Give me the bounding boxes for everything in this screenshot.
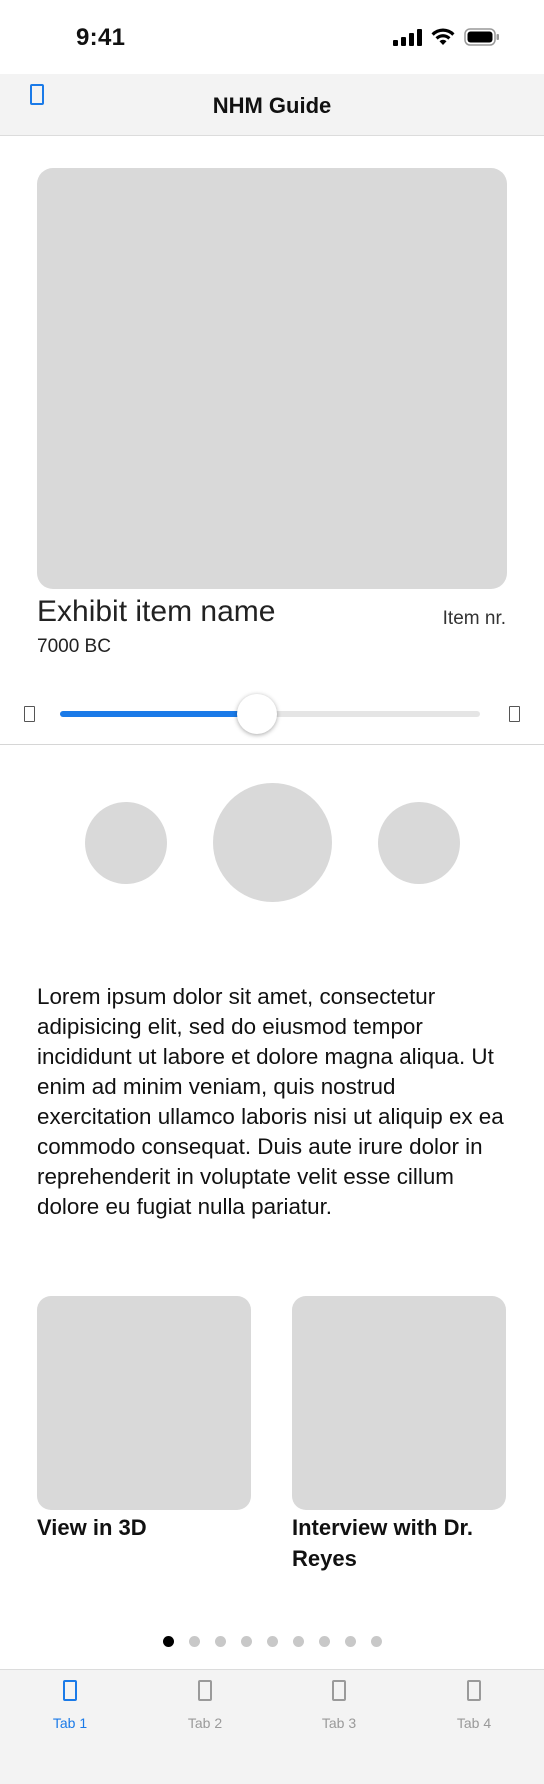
page-indicator — [0, 1636, 544, 1647]
page-dot[interactable] — [292, 1636, 304, 1647]
tab-bar: Tab 1 Tab 2 Tab 3 Tab 4 — [0, 1669, 544, 1784]
card-interview-image[interactable] — [292, 1296, 506, 1510]
tab-label: Tab 4 — [456, 1715, 492, 1731]
tab-icon — [332, 1680, 346, 1701]
thumbnail-circle-center[interactable] — [213, 783, 332, 902]
divider — [0, 744, 544, 745]
card-interview-label[interactable]: Interview with Dr. Reyes — [292, 1512, 506, 1574]
exhibit-item-number: Item nr. — [442, 608, 506, 629]
page-dot[interactable] — [188, 1636, 200, 1647]
card-view-3d-label[interactable]: View in 3D — [37, 1512, 251, 1543]
exhibit-item-name: Exhibit item name — [37, 595, 276, 628]
slider-max-icon[interactable] — [509, 706, 520, 722]
tab-icon — [63, 1680, 77, 1701]
status-time: 9:41 — [76, 24, 126, 51]
status-bar: 9:41 — [0, 0, 544, 74]
navigation-bar: NHM Guide — [0, 74, 544, 136]
battery-icon — [464, 28, 499, 46]
exhibit-item-period: 7000 BC — [37, 636, 111, 657]
exhibit-description: Lorem ipsum dolor sit amet, consectetur … — [37, 984, 504, 1219]
tab-4[interactable]: Tab 4 — [406, 1670, 542, 1784]
slider-fill — [60, 711, 257, 717]
thumbnail-circle-right[interactable] — [378, 802, 460, 884]
wifi-icon — [431, 28, 455, 45]
tab-label: Tab 1 — [52, 1715, 88, 1731]
page-dot[interactable] — [344, 1636, 356, 1647]
page-dot[interactable] — [318, 1636, 330, 1647]
page-title: NHM Guide — [212, 93, 332, 118]
tab-label: Tab 3 — [321, 1715, 357, 1731]
status-icons — [393, 28, 500, 46]
tab-1[interactable]: Tab 1 — [2, 1670, 138, 1784]
tab-icon — [198, 1680, 212, 1701]
tab-2[interactable]: Tab 2 — [137, 1670, 273, 1784]
page-dot[interactable] — [370, 1636, 382, 1647]
slider-min-icon[interactable] — [24, 706, 35, 722]
tab-3[interactable]: Tab 3 — [271, 1670, 407, 1784]
card-view-3d-image[interactable] — [37, 1296, 251, 1510]
tab-icon — [467, 1680, 481, 1701]
tab-label: Tab 2 — [187, 1715, 223, 1731]
timeline-slider[interactable] — [60, 694, 480, 734]
page-dot[interactable] — [214, 1636, 226, 1647]
page-dot[interactable] — [266, 1636, 278, 1647]
thumbnail-circle-left[interactable] — [85, 802, 167, 884]
cellular-signal-icon — [393, 28, 422, 46]
slider-thumb[interactable] — [237, 694, 277, 734]
exhibit-image[interactable] — [37, 168, 507, 589]
page-dot[interactable] — [240, 1636, 252, 1647]
page-dot-active[interactable] — [162, 1636, 174, 1647]
